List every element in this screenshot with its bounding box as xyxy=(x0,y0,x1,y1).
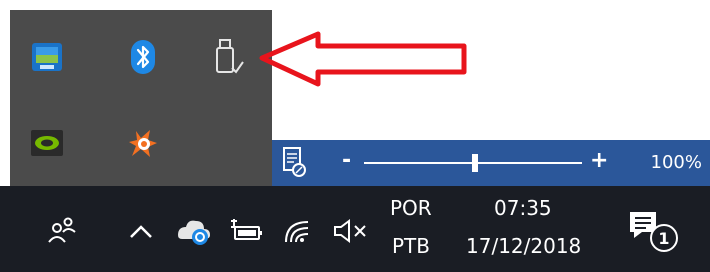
action-center-button[interactable]: 1 xyxy=(624,204,686,260)
input-language-label: POR xyxy=(390,196,432,220)
intel-graphics-icon xyxy=(32,43,62,71)
people-icon xyxy=(48,217,76,243)
keyboard-layout-label: PTB xyxy=(392,234,430,258)
windows-taskbar: POR PTB 07:35 17/12/2018 1 xyxy=(0,186,710,272)
input-language-indicator[interactable]: POR PTB xyxy=(388,194,444,266)
safely-remove-hardware-tray-item[interactable] xyxy=(202,30,256,84)
power-tray-item[interactable] xyxy=(226,214,266,248)
intel-graphics-tray-item[interactable] xyxy=(20,30,74,84)
onedrive-sync-icon xyxy=(178,220,210,245)
nvidia-tray-item[interactable] xyxy=(20,116,74,170)
nvidia-icon xyxy=(31,130,63,156)
red-arrow-annotation xyxy=(259,31,467,87)
onedrive-tray-item[interactable] xyxy=(172,214,212,248)
battery-charging-icon xyxy=(231,219,262,240)
people-button[interactable] xyxy=(44,212,80,248)
volume-muted-icon xyxy=(334,219,366,243)
avast-icon xyxy=(129,130,157,157)
word-status-bar: - + 100% xyxy=(272,140,710,186)
tray-overflow-popup xyxy=(10,10,272,190)
avast-tray-item[interactable] xyxy=(116,116,170,170)
network-tray-item[interactable] xyxy=(280,214,316,248)
screenshot-stage: - + 100% POR PTB 07:35 17/12/2018 1 xyxy=(0,0,710,272)
chevron-up-icon xyxy=(130,225,152,238)
notification-count-badge: 1 xyxy=(650,224,678,252)
bluetooth-tray-item[interactable] xyxy=(116,30,170,84)
zoom-out-button[interactable]: - xyxy=(342,148,351,173)
zoom-level-indicator[interactable]: 100% xyxy=(651,152,702,173)
clock[interactable]: 07:35 17/12/2018 xyxy=(462,194,598,266)
notification-count: 1 xyxy=(658,228,670,248)
volume-tray-item[interactable] xyxy=(330,214,370,248)
document-proofing-icon[interactable] xyxy=(280,146,308,178)
wifi-icon xyxy=(285,221,309,243)
zoom-in-button[interactable]: + xyxy=(590,148,608,173)
zoom-slider-thumb[interactable] xyxy=(472,154,478,172)
show-hidden-icons-button[interactable] xyxy=(126,216,156,246)
bluetooth-icon xyxy=(131,40,155,74)
clock-date: 17/12/2018 xyxy=(466,234,582,258)
usb-safely-remove-icon xyxy=(216,39,244,74)
clock-time: 07:35 xyxy=(494,196,552,220)
